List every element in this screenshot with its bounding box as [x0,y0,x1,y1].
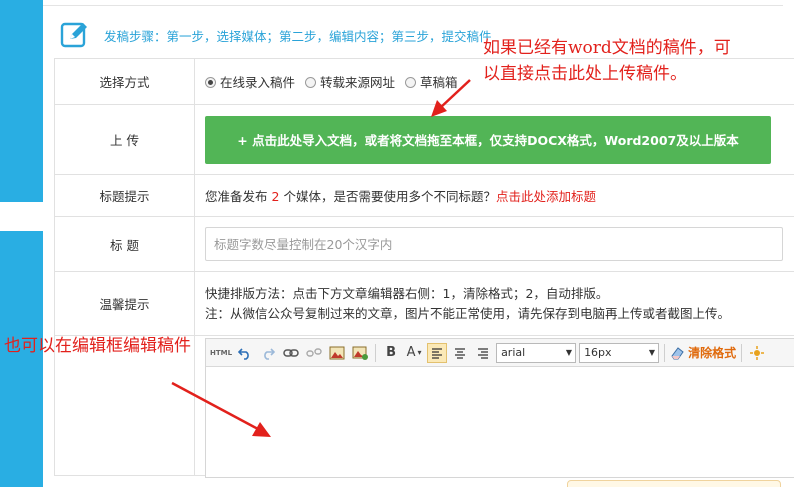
link-icon[interactable] [281,343,301,363]
annotation-top: 如果已经有word文档的稿件，可 以直接点击此处上传稿件。 [483,35,731,87]
unlink-icon[interactable] [304,343,324,363]
title-tip-content: 您准备发布 2 个媒体，是否需要使用多个不同标题？点击此处添加标题 [194,174,794,217]
notice-label: 温馨提示 [54,271,195,336]
row-title-tip: 标题提示 您准备发布 2 个媒体，是否需要使用多个不同标题？点击此处添加标题 [54,174,794,217]
font-family-select[interactable]: arial ▼ [496,342,577,363]
title-tip-suffix: 个媒体，是否需要使用多个不同标题？ [283,189,496,204]
align-left-icon[interactable] [427,342,448,363]
bold-button[interactable]: B [381,343,401,363]
sidebar-bar-bottom [0,231,43,487]
top-divider [43,5,783,6]
annotation-top-line-1: 如果已经有word文档的稿件，可 [483,38,731,58]
image-icon[interactable] [327,343,347,363]
font-size-value: 16px [584,346,612,359]
annotation-bottom: 也可以在编辑框编辑稿件 [4,336,191,356]
title-tip-prefix: 您准备发布 [205,189,268,204]
title-tip-label: 标题提示 [54,174,195,217]
font-size-caret-icon: ▼ [648,348,656,357]
row-notice: 温馨提示 快捷排版方法：点击下方文章编辑器右侧：1，清除格式；2，自动排版。 注… [54,271,794,336]
radio-url[interactable] [305,77,316,88]
redo-icon[interactable] [258,343,278,363]
row-upload: 上 传 + 点击此处导入文档，或者将文档拖至本框，仅支持DOCX格式，Word2… [54,104,794,175]
toolbar-separator [664,343,666,362]
radio-draft-label[interactable]: 草稿箱 [420,75,458,90]
upload-document-button[interactable]: + 点击此处导入文档，或者将文档拖至本框，仅支持DOCX格式，Word2007及… [205,115,771,164]
font-family-value: arial [501,346,526,359]
title-cell [194,216,794,272]
font-color-label: A [406,345,416,360]
font-family-caret-icon: ▼ [565,348,573,357]
multi-image-icon[interactable] [350,343,370,363]
radio-online-label[interactable]: 在线录入稿件 [220,75,295,90]
font-color-button[interactable]: A ▾ [404,343,424,363]
add-title-link[interactable]: 点击此处添加标题 [496,189,596,204]
font-size-select[interactable]: 16px ▼ [579,342,660,363]
method-label: 选择方式 [54,58,195,105]
upload-cell: + 点击此处导入文档，或者将文档拖至本框，仅支持DOCX格式，Word2007及… [194,104,794,175]
row-title: 标 题 [54,216,794,272]
editor-cell: HTML B A ▾ arial ▼ 16px ▼ 清除格式 [194,335,794,478]
toolbar-separator [741,343,743,362]
html-source-button[interactable]: HTML [210,343,232,363]
notice-line-2: 注：从微信公众号复制过来的文章，图片不能正常使用，请先保存到电脑再上传或者截图上… [205,305,731,321]
align-center-icon[interactable] [450,343,470,363]
notice-line-1: 快捷排版方法：点击下方文章编辑器右侧：1，清除格式；2，自动排版。 [205,285,609,301]
floating-panel-edge [567,480,781,487]
font-color-caret-icon: ▾ [417,348,422,357]
edit-icon [60,22,87,48]
annotation-top-line-2: 以直接点击此处上传稿件。 [483,64,687,84]
submission-form: 选择方式 在线录入稿件 转载来源网址 草稿箱 上 传 + 点击此处导入文档，或者… [54,58,794,478]
sidebar-bar-top [0,0,43,202]
title-input[interactable] [205,227,783,261]
notice-content: 快捷排版方法：点击下方文章编辑器右侧：1，清除格式；2，自动排版。 注：从微信公… [194,271,794,336]
radio-draft[interactable] [405,77,416,88]
rich-text-editor[interactable]: HTML B A ▾ arial ▼ 16px ▼ 清除格式 [205,338,794,478]
align-right-icon[interactable] [473,343,493,363]
radio-url-label[interactable]: 转载来源网址 [320,75,395,90]
editor-toolbar: HTML B A ▾ arial ▼ 16px ▼ 清除格式 [206,339,794,367]
eraser-icon [671,346,684,359]
editor-body[interactable] [206,367,794,477]
clear-format-button[interactable]: 清除格式 [670,344,736,361]
title-label: 标 题 [54,216,195,272]
clear-format-label: 清除格式 [688,346,737,360]
radio-online[interactable] [205,77,216,88]
undo-icon[interactable] [235,343,255,363]
upload-label: 上 传 [54,104,195,175]
steps-text: 发稿步骤：第一步，选择媒体；第二步，编辑内容；第三步，提交稿件 [104,28,492,44]
page: 发稿步骤：第一步，选择媒体；第二步，编辑内容；第三步，提交稿件 选择方式 在线录… [0,0,794,487]
auto-format-icon[interactable] [747,343,767,363]
toolbar-separator [375,343,377,362]
media-count: 2 [271,189,280,204]
steps-header: 发稿步骤：第一步，选择媒体；第二步，编辑内容；第三步，提交稿件 [60,18,492,52]
